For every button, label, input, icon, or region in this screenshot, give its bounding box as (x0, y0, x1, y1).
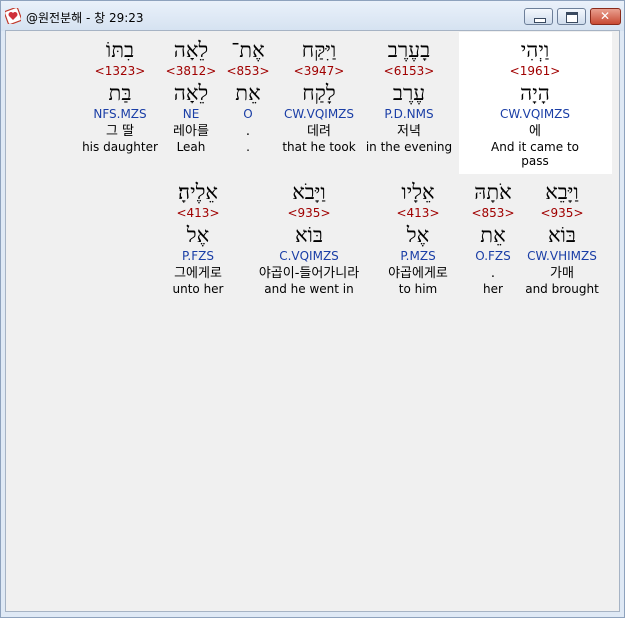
word-cell[interactable]: וַיָּבֹא <935> בּוֹא C.VQIMZS 야곱이-들어가니라 … (239, 179, 379, 296)
interlinear-panel: וַיְהִי <1961> הָיָה CW.VQIMZS 에 And it … (5, 30, 620, 612)
english-gloss: in the evening (365, 140, 453, 154)
hebrew-word: בָעֶרֶב (387, 38, 431, 62)
english-gloss: his daughter (82, 140, 158, 154)
strong-number[interactable]: <1323> (70, 64, 170, 78)
app-window: @원전분해 - 창 29:23 וַיְהִי <1961> הָיָה CW.… (0, 0, 625, 618)
word-cell[interactable]: בָעֶרֶב <6153> עֶרֶב P.D.NMS 저녁 in the e… (359, 37, 459, 154)
hebrew-root: אֶל (186, 223, 210, 247)
korean-gloss: 야곱이-들어가니라 (258, 266, 360, 281)
morphology-code: P.D.NMS (384, 107, 434, 121)
morphology-code: CW.VQIMZS (499, 107, 571, 121)
morphology-code: NFS.MZS (93, 107, 147, 121)
korean-gloss: 에 (529, 124, 541, 139)
hebrew-root: אֶל (406, 223, 430, 247)
maximize-button[interactable] (557, 8, 586, 25)
english-gloss: unto her (172, 282, 224, 296)
hebrew-word: אֵלֶיהָ׃ (177, 180, 218, 204)
hebrew-word: וַיָּבֹא (292, 180, 326, 204)
title-bar[interactable]: @원전분해 - 창 29:23 (1, 1, 624, 31)
english-gloss: to him (398, 282, 438, 296)
korean-gloss: 저녁 (397, 124, 421, 139)
word-cell[interactable]: אֵלָיו <413> אֶל P.MZS 야곱에게로 to him (368, 179, 468, 296)
english-gloss: And it came to pass (491, 140, 579, 168)
close-button[interactable] (590, 8, 621, 25)
window-title: @원전분해 - 창 29:23 (26, 11, 144, 25)
korean-gloss: 야곱에게로 (388, 266, 448, 281)
hebrew-root: עֶרֶב (392, 81, 426, 105)
word-cell[interactable]: וַיְהִי <1961> הָיָה CW.VQIMZS 에 And it … (485, 37, 585, 168)
morphology-code: C.VQIMZS (279, 249, 339, 263)
strong-number[interactable]: <6153> (359, 64, 459, 78)
app-heart-icon (5, 8, 21, 24)
hebrew-root: הָיָה (520, 81, 550, 105)
word-cell[interactable]: אֵלֶיהָ׃ <413> אֶל P.FZS 그에게로 unto her (148, 179, 248, 296)
hebrew-word: בִתּוֹ (105, 38, 135, 62)
hebrew-word: אֵלָיו (401, 180, 435, 204)
hebrew-root: בּוֹא (294, 223, 324, 247)
minimize-button[interactable] (524, 8, 553, 25)
strong-number[interactable]: <1961> (485, 64, 585, 78)
strong-number[interactable]: <413> (148, 206, 248, 220)
korean-gloss: 그 딸 (105, 124, 135, 139)
hebrew-root: בַּת (108, 81, 132, 105)
english-gloss: and he went in (264, 282, 354, 296)
korean-gloss: 그에게로 (174, 266, 222, 281)
strong-number[interactable]: <413> (368, 206, 468, 220)
hebrew-word: וַיְהִי (520, 38, 550, 62)
strong-number[interactable]: <935> (239, 206, 379, 220)
morphology-code: P.MZS (400, 249, 436, 263)
morphology-code: P.FZS (182, 249, 214, 263)
word-cell[interactable]: בִתּוֹ <1323> בַּת NFS.MZS 그 딸 his daugh… (70, 37, 170, 154)
window-bottom-border (5, 612, 620, 616)
